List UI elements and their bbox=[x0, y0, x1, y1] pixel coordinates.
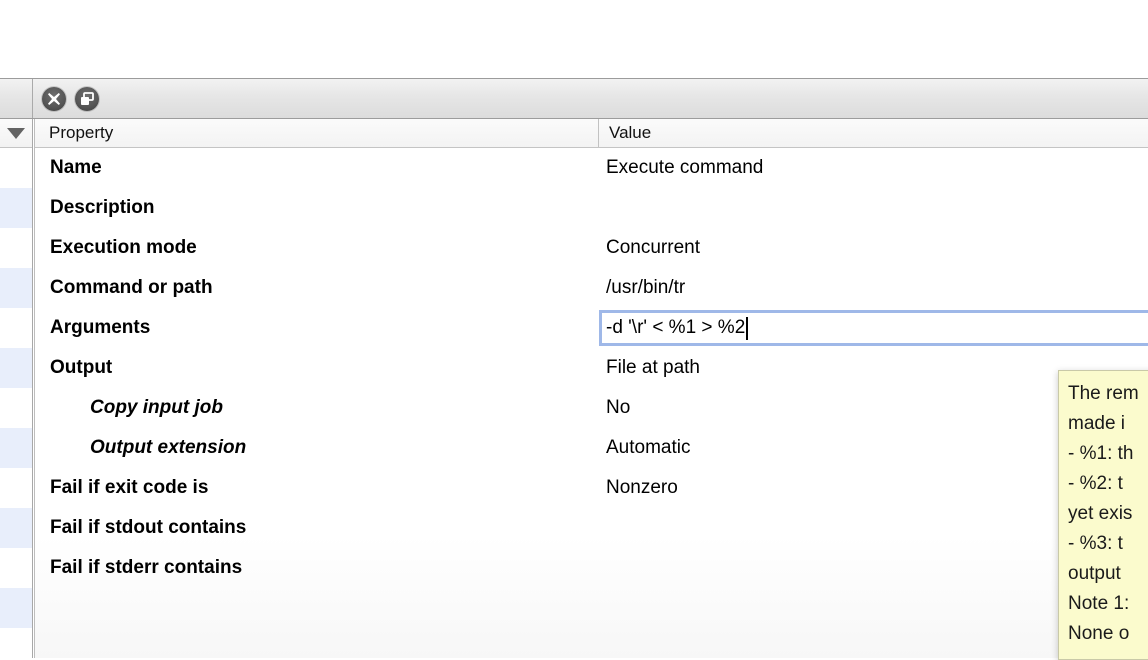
left-row-indicator-strip bbox=[0, 119, 33, 658]
property-label: Output bbox=[35, 357, 599, 379]
property-value[interactable]: File at path bbox=[599, 357, 700, 379]
table-row[interactable]: Description bbox=[35, 188, 1148, 228]
property-label: Fail if stdout contains bbox=[35, 517, 599, 539]
strip-row[interactable] bbox=[0, 428, 32, 468]
tooltip-line: Note 1: bbox=[1068, 589, 1148, 619]
column-header-property[interactable]: Property bbox=[35, 119, 599, 147]
property-label: Output extension bbox=[35, 437, 599, 459]
property-label: Command or path bbox=[35, 277, 599, 299]
close-icon-glyph bbox=[46, 91, 62, 107]
property-table-panel: Property Value NameExecute commandDescri… bbox=[34, 119, 1148, 658]
table-row[interactable]: Output extensionAutomatic bbox=[35, 428, 1148, 468]
tooltip-line: - %1: th bbox=[1068, 439, 1148, 469]
duplicate-window-icon-glyph bbox=[79, 91, 95, 107]
property-label: Fail if exit code is bbox=[35, 477, 599, 499]
property-value[interactable]: Execute command bbox=[599, 157, 763, 179]
strip-row[interactable] bbox=[0, 188, 32, 228]
close-icon[interactable] bbox=[42, 87, 66, 111]
table-row[interactable]: Copy input jobNo bbox=[35, 388, 1148, 428]
strip-row[interactable] bbox=[0, 228, 32, 268]
arguments-input-value: -d '\r' < %1 > %2 bbox=[606, 317, 745, 339]
tooltip-line: - %2: t bbox=[1068, 469, 1148, 499]
property-label: Execution mode bbox=[35, 237, 599, 259]
strip-row[interactable] bbox=[0, 508, 32, 548]
property-value[interactable]: Nonzero bbox=[599, 477, 678, 499]
strip-row[interactable] bbox=[0, 348, 32, 388]
tooltip-line: - %3: t bbox=[1068, 529, 1148, 559]
window-top-blank-area bbox=[0, 0, 1148, 78]
text-caret bbox=[746, 317, 748, 340]
table-header-row: Property Value bbox=[35, 119, 1148, 148]
table-row[interactable]: Fail if stderr contains bbox=[35, 548, 1148, 588]
toolbar-left-gutter bbox=[0, 79, 33, 118]
property-value[interactable]: Concurrent bbox=[599, 237, 700, 259]
property-value[interactable]: No bbox=[599, 397, 630, 419]
strip-disclosure-header[interactable] bbox=[0, 119, 32, 148]
property-value[interactable]: Automatic bbox=[599, 437, 690, 459]
property-label: Name bbox=[35, 157, 599, 179]
strip-row[interactable] bbox=[0, 308, 32, 348]
table-row[interactable]: Fail if stdout contains bbox=[35, 508, 1148, 548]
strip-row[interactable] bbox=[0, 468, 32, 508]
strip-row[interactable] bbox=[0, 268, 32, 308]
property-label: Description bbox=[35, 197, 599, 219]
table-row[interactable]: Fail if exit code isNonzero bbox=[35, 468, 1148, 508]
help-tooltip: The remmade i- %1: th- %2: tyet exis- %3… bbox=[1058, 370, 1148, 660]
strip-row[interactable] bbox=[0, 628, 32, 658]
tooltip-line: output bbox=[1068, 559, 1148, 589]
strip-row[interactable] bbox=[0, 388, 32, 428]
property-label: Fail if stderr contains bbox=[35, 557, 599, 579]
strip-row[interactable] bbox=[0, 148, 32, 188]
duplicate-window-icon[interactable] bbox=[75, 87, 99, 111]
triangle-down-icon[interactable] bbox=[7, 128, 25, 139]
table-rows-container: NameExecute commandDescriptionExecution … bbox=[35, 148, 1148, 658]
table-row[interactable]: Execution modeConcurrent bbox=[35, 228, 1148, 268]
strip-row[interactable] bbox=[0, 548, 32, 588]
strip-row[interactable] bbox=[0, 588, 32, 628]
table-row[interactable]: Command or path/usr/bin/tr bbox=[35, 268, 1148, 308]
tooltip-text-body: The remmade i- %1: th- %2: tyet exis- %3… bbox=[1068, 379, 1148, 649]
strip-row-list bbox=[0, 148, 32, 658]
table-row[interactable]: OutputFile at path bbox=[35, 348, 1148, 388]
tooltip-line: The rem bbox=[1068, 379, 1148, 409]
window-toolbar bbox=[0, 78, 1148, 119]
property-label: Arguments bbox=[35, 317, 599, 339]
tooltip-line: made i bbox=[1068, 409, 1148, 439]
table-row[interactable]: Arguments -d '\r' < %1 > %2 bbox=[35, 308, 1148, 348]
table-row[interactable]: NameExecute command bbox=[35, 148, 1148, 188]
property-value[interactable]: /usr/bin/tr bbox=[599, 277, 685, 299]
tooltip-line: yet exis bbox=[1068, 499, 1148, 529]
column-header-value[interactable]: Value bbox=[599, 119, 651, 147]
arguments-input[interactable]: -d '\r' < %1 > %2 bbox=[599, 310, 1148, 346]
property-label: Copy input job bbox=[35, 397, 599, 419]
tooltip-line: None o bbox=[1068, 619, 1148, 649]
